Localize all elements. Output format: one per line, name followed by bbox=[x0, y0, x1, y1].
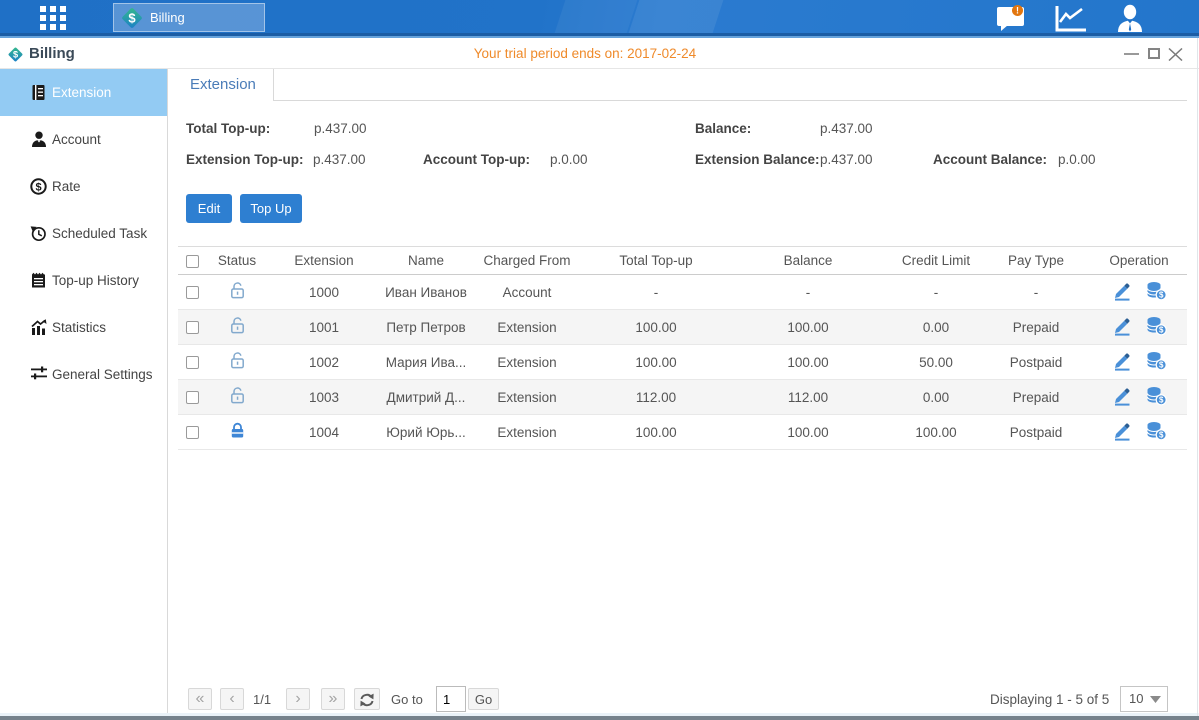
svg-text:$: $ bbox=[1158, 290, 1163, 299]
svg-text:$: $ bbox=[35, 182, 41, 194]
svg-text:$: $ bbox=[1158, 395, 1163, 404]
svg-text:$: $ bbox=[1158, 325, 1163, 334]
svg-text:$: $ bbox=[1158, 430, 1163, 439]
svg-text:$: $ bbox=[128, 10, 136, 25]
svg-text:$: $ bbox=[1158, 360, 1163, 369]
svg-text:!: ! bbox=[1016, 6, 1019, 16]
